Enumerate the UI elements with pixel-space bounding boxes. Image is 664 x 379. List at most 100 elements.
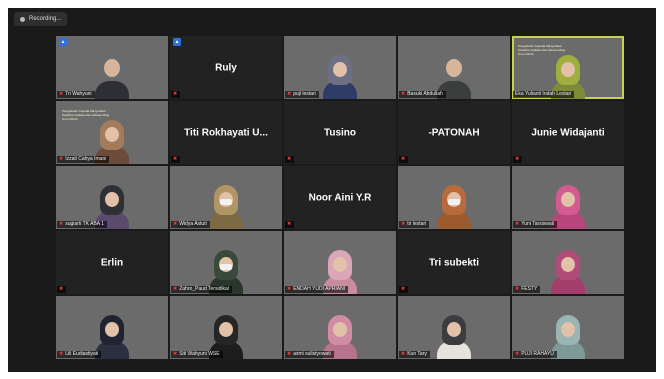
participant-display-name: -PATONAH: [428, 127, 480, 138]
participant-tile[interactable]: Tusino ✖: [284, 101, 396, 164]
muted-mic-icon: ✖: [173, 91, 178, 97]
participant-tile[interactable]: ✖ FESTY: [512, 231, 624, 294]
muted-mic-indicator: ✖: [285, 156, 295, 163]
participant-tile[interactable]: Ruly ▲ ✖: [170, 36, 282, 99]
participant-name-label: Eka Yulianti Indah Lestari: [513, 91, 575, 98]
participant-video-person: [323, 55, 357, 99]
participant-display-name: Titi Rokhayati U...: [184, 127, 268, 138]
muted-mic-icon: ✖: [173, 351, 178, 357]
participant-tile[interactable]: Pengabdian Kepada Masyarakat Pelatihan A…: [512, 36, 624, 99]
participant-name-label: ✖ Basuki Abdullah: [399, 91, 446, 98]
host-badge-icon: ▲: [59, 38, 67, 46]
participant-name: Siti Wahyuni WSE: [179, 351, 220, 357]
host-badge-icon: ▲: [173, 38, 181, 46]
muted-mic-icon: ✖: [515, 351, 520, 357]
muted-mic-indicator: ✖: [285, 221, 295, 228]
participant-name-label: ✖ Yuni Tarsiswati: [513, 221, 558, 228]
muted-mic-icon: ✖: [173, 156, 178, 162]
muted-mic-icon: ✖: [401, 286, 406, 292]
participant-tile[interactable]: ✖ PUJI RAHAYU: [512, 296, 624, 359]
participant-name-label: ✖ Siti Wahyuni WSE: [171, 351, 223, 358]
participant-name: Widya Astuti: [179, 221, 207, 227]
participant-tile[interactable]: ✖ puji lestari: [284, 36, 396, 99]
muted-mic-icon: ✖: [401, 351, 406, 357]
participant-display-name: Ruly: [215, 62, 237, 73]
participant-tile[interactable]: ✖ Yuni Tarsiswati: [512, 166, 624, 229]
muted-mic-icon: ✖: [59, 91, 64, 97]
participant-name: Yuni Tarsiswati: [521, 221, 555, 227]
participant-display-name: Junie Widajanti: [531, 127, 605, 138]
participant-name-label: ✖ Kun Tary: [399, 351, 430, 358]
participant-name: ENDAH YUDI APRIANI: [293, 286, 346, 292]
participant-tile[interactable]: ✖ Basuki Abdullah: [398, 36, 510, 99]
participant-name-label: ✖ Izzati Cahya Imani: [57, 156, 110, 163]
participant-display-name: Tri subekti: [428, 257, 479, 268]
muted-mic-icon: ✖: [173, 221, 178, 227]
muted-mic-icon: ✖: [515, 221, 520, 227]
participant-tile[interactable]: Tri subekti ✖: [398, 231, 510, 294]
participant-tile[interactable]: Junie Widajanti ✖: [512, 101, 624, 164]
muted-mic-indicator: ✖: [57, 286, 67, 293]
participant-tile[interactable]: ✖ asmi sulistyowati: [284, 296, 396, 359]
muted-mic-icon: ✖: [173, 286, 178, 292]
participant-tile[interactable]: Titi Rokhayati U... ✖: [170, 101, 282, 164]
muted-mic-indicator: ✖: [399, 286, 409, 293]
participant-tile[interactable]: ✖ Siti Wahyuni WSE: [170, 296, 282, 359]
participant-name: Zahro_Paud Tersidikal: [179, 286, 229, 292]
participant-name: puji lestari: [293, 91, 316, 97]
participant-video-person: [95, 55, 129, 99]
participant-name-label: ✖ PUJI RAHAYU: [513, 351, 557, 358]
participant-name-label: ✖ FESTY: [513, 286, 541, 293]
muted-mic-icon: ✖: [287, 286, 292, 292]
participant-tile[interactable]: ✖ Lili Eudiastiyati: [56, 296, 168, 359]
muted-mic-indicator: ✖: [171, 156, 181, 163]
participant-tile[interactable]: ✖ ENDAH YUDI APRIANI: [284, 231, 396, 294]
participant-name-label: ✖ sugiarti TK ABA 1: [57, 221, 108, 228]
participant-name-label: ✖ Lili Eudiastiyati: [57, 351, 102, 358]
participant-tile[interactable]: ✖ Zahro_Paud Tersidikal: [170, 231, 282, 294]
recording-label: Recording...: [29, 16, 62, 22]
muted-mic-icon: ✖: [287, 156, 292, 162]
participant-tile[interactable]: ✖ Kun Tary: [398, 296, 510, 359]
recording-indicator[interactable]: Recording...: [14, 12, 68, 26]
participant-name: Basuki Abdullah: [407, 91, 443, 97]
muted-mic-icon: ✖: [59, 156, 64, 162]
participant-name-label: ✖ Tri Wahyuni: [57, 91, 95, 98]
participant-video-person: [437, 185, 471, 229]
muted-mic-icon: ✖: [401, 91, 406, 97]
participant-video-person: [437, 315, 471, 359]
muted-mic-icon: ✖: [401, 221, 406, 227]
muted-mic-indicator: ✖: [399, 156, 409, 163]
participant-name-label: ✖ tri lestari: [399, 221, 430, 228]
participant-name: Eka Yulianti Indah Lestari: [515, 91, 572, 97]
participant-tile[interactable]: -PATONAH ✖: [398, 101, 510, 164]
muted-mic-icon: ✖: [515, 286, 520, 292]
participant-name-label: ✖ ENDAH YUDI APRIANI: [285, 286, 349, 293]
participant-tile[interactable]: Pengabdian Kepada Masyarakat Pelatihan A…: [56, 101, 168, 164]
muted-mic-icon: ✖: [287, 351, 292, 357]
recording-dot-icon: [20, 16, 25, 22]
participant-tile[interactable]: ✖ sugiarti TK ABA 1: [56, 166, 168, 229]
participant-tile[interactable]: Noor Aini Y.R ✖: [284, 166, 396, 229]
participant-tile[interactable]: ✖ tri lestari: [398, 166, 510, 229]
participant-name-label: ✖ Zahro_Paud Tersidikal: [171, 286, 232, 293]
participant-name: sugiarti TK ABA 1: [65, 221, 105, 227]
participant-name: Kun Tary: [407, 351, 427, 357]
gallery-grid: ▲ ✖ Tri Wahyuni Ruly ▲ ✖ ✖ puji lestari ✖ Basuki …: [56, 36, 626, 364]
participant-tile[interactable]: ✖ Widya Astuti: [170, 166, 282, 229]
participant-name: tri lestari: [407, 221, 427, 227]
participant-name: asmi sulistyowati: [293, 351, 331, 357]
participant-name: Lili Eudiastiyati: [65, 351, 99, 357]
muted-mic-icon: ✖: [515, 156, 520, 162]
participant-video-person: [551, 250, 585, 294]
participant-tile[interactable]: Erlin ✖: [56, 231, 168, 294]
participant-name: PUJI RAHAYU: [521, 351, 554, 357]
zoom-meeting-window: Recording... ▲ ✖ Tri Wahyuni Ruly ▲ ✖ ✖ puji le…: [8, 8, 656, 372]
muted-mic-icon: ✖: [287, 221, 292, 227]
participant-display-name: Erlin: [100, 257, 124, 268]
participant-name: Tri Wahyuni: [65, 91, 92, 97]
participant-tile[interactable]: ▲ ✖ Tri Wahyuni: [56, 36, 168, 99]
participant-display-name: Tusino: [323, 127, 357, 138]
muted-mic-indicator: ✖: [513, 156, 523, 163]
muted-mic-indicator: ✖: [171, 91, 181, 98]
